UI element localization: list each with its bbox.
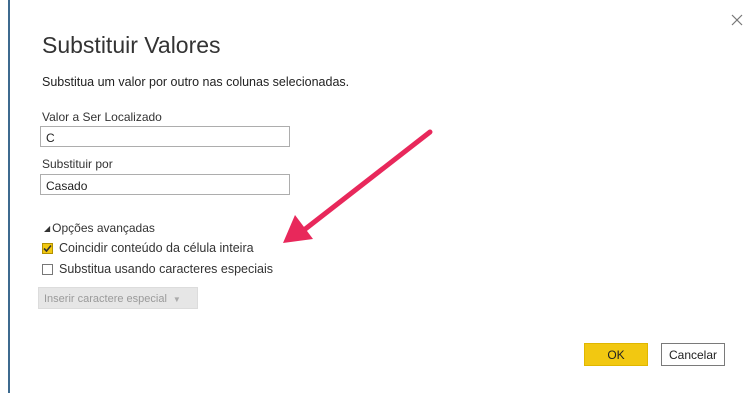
match-entire-cell-label: Coincidir conteúdo da célula inteira: [59, 241, 254, 255]
ok-button[interactable]: OK: [584, 343, 648, 366]
special-characters-option[interactable]: Substitua usando caracteres especiais: [42, 262, 273, 276]
insert-special-character-label: Inserir caractere especial: [44, 293, 167, 305]
dialog-title: Substituir Valores: [42, 32, 221, 58]
chevron-down-icon: ▼: [172, 295, 181, 304]
special-characters-label: Substitua usando caracteres especiais: [59, 262, 274, 276]
checkmark-icon: [43, 244, 52, 252]
match-entire-cell-option[interactable]: Coincidir conteúdo da célula inteira: [42, 241, 254, 255]
insert-special-character-button[interactable]: Inserir caractere especial ▼: [38, 287, 198, 309]
special-characters-checkbox[interactable]: [42, 263, 53, 275]
match-entire-cell-checkbox[interactable]: [42, 242, 53, 254]
replace-with-input[interactable]: [40, 174, 290, 195]
collapse-triangle-icon: ◢: [44, 224, 51, 233]
replace-with-label: Substituir por: [42, 157, 113, 171]
find-value-label: Valor a Ser Localizado: [42, 110, 162, 124]
advanced-options-label: Opções avançadas: [52, 221, 155, 235]
advanced-options-toggle[interactable]: ◢ Opções avançadas: [44, 221, 155, 235]
cancel-button[interactable]: Cancelar: [661, 343, 725, 366]
find-value-input[interactable]: [40, 126, 290, 147]
dialog-description: Substitua um valor por outro nas colunas…: [42, 75, 350, 89]
close-icon[interactable]: [729, 12, 745, 28]
